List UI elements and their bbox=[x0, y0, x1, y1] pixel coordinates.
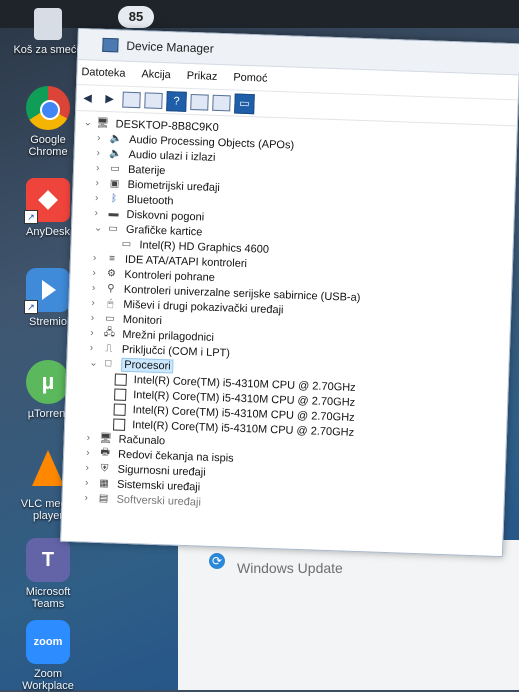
chevron-right-icon[interactable]: › bbox=[95, 178, 107, 189]
taskbar-badge[interactable]: 85 bbox=[118, 6, 154, 28]
port-icon: ⎍ bbox=[105, 343, 113, 355]
scan-icon[interactable] bbox=[190, 93, 209, 111]
menu-view[interactable]: Prikaz bbox=[187, 70, 218, 83]
processor-icon bbox=[113, 402, 126, 416]
usb-icon: ⚲ bbox=[107, 283, 115, 295]
chevron-right-icon[interactable]: › bbox=[85, 463, 97, 474]
stremio-icon: ↗ bbox=[24, 268, 70, 314]
processor-icon: □ bbox=[105, 358, 112, 370]
chevron-right-icon[interactable]: › bbox=[91, 298, 103, 309]
chevron-right-icon[interactable]: › bbox=[85, 478, 97, 489]
fingerprint-icon: ▣ bbox=[109, 178, 120, 190]
computer-icon: 🖥 bbox=[99, 432, 113, 445]
processor-icon bbox=[114, 387, 127, 401]
window-title: Device Manager bbox=[126, 38, 214, 56]
chevron-right-icon[interactable]: › bbox=[93, 253, 105, 264]
chevron-right-icon[interactable]: › bbox=[87, 433, 99, 444]
chevron-down-icon[interactable]: ⌄ bbox=[89, 358, 101, 369]
teams-icon: T bbox=[26, 538, 70, 582]
recycle-bin-icon bbox=[34, 8, 62, 40]
chevron-right-icon[interactable]: › bbox=[84, 493, 96, 504]
speaker-icon: 🔈 bbox=[109, 133, 123, 145]
chevron-down-icon[interactable]: ⌄ bbox=[84, 117, 96, 128]
chevron-right-icon[interactable]: › bbox=[97, 133, 109, 144]
background-window bbox=[178, 540, 519, 690]
desktop-icon-teams[interactable]: T Microsoft Teams bbox=[12, 538, 84, 610]
forward-icon[interactable]: ▶ bbox=[100, 89, 119, 108]
windows-update-icon: ⟳ bbox=[209, 553, 225, 569]
chevron-right-icon[interactable]: › bbox=[95, 193, 107, 204]
chevron-right-icon[interactable]: › bbox=[86, 448, 98, 459]
chevron-right-icon[interactable]: › bbox=[92, 268, 104, 279]
processor-icon bbox=[112, 417, 126, 431]
display-adapter-icon: ▭ bbox=[108, 223, 118, 235]
utorrent-icon: µ bbox=[26, 360, 70, 404]
chevron-down-icon[interactable]: ⌄ bbox=[94, 223, 106, 234]
storage-controller-icon: ⚙ bbox=[106, 268, 117, 280]
drive-icon: ▬ bbox=[108, 208, 119, 220]
monitor-icon: ▭ bbox=[104, 313, 115, 325]
view-icon[interactable] bbox=[122, 91, 141, 108]
device-tree: ⌄ 🖥 DESKTOP-8B8C9K0 › 🔈 Audio Processing O… bbox=[62, 111, 516, 520]
system-icon: ▦ bbox=[99, 478, 110, 490]
zoom-icon: zoom bbox=[26, 620, 70, 664]
software-icon: ▤ bbox=[98, 493, 109, 505]
device-manager-icon bbox=[102, 37, 119, 53]
menu-help[interactable]: Pomoć bbox=[233, 71, 268, 84]
help-icon[interactable]: ? bbox=[166, 90, 187, 112]
properties-icon[interactable] bbox=[144, 91, 163, 109]
bluetooth-icon: ᛒ bbox=[110, 193, 118, 205]
monitor-icon[interactable]: ▭ bbox=[234, 93, 255, 114]
menu-action[interactable]: Akcija bbox=[141, 68, 171, 81]
computer-icon: 🖥 bbox=[96, 117, 110, 130]
mouse-icon: 🖱 bbox=[107, 298, 114, 310]
chevron-right-icon[interactable]: › bbox=[96, 148, 108, 159]
battery-icon: ▭ bbox=[110, 163, 121, 175]
chevron-right-icon[interactable]: › bbox=[96, 163, 108, 174]
ide-icon: ≡ bbox=[108, 253, 116, 265]
processor-icon bbox=[114, 373, 127, 386]
security-icon: ⛨ bbox=[100, 463, 109, 475]
chrome-icon bbox=[26, 86, 70, 130]
printer-icon: 🖶 bbox=[100, 447, 111, 459]
chevron-right-icon[interactable]: › bbox=[91, 313, 103, 324]
back-icon[interactable]: ◀ bbox=[78, 89, 97, 108]
chevron-right-icon[interactable]: › bbox=[90, 328, 102, 339]
anydesk-icon: ↗ bbox=[24, 178, 70, 224]
device-manager-window: Device Manager Datoteka Akcija Prikaz Po… bbox=[60, 28, 519, 558]
chevron-right-icon[interactable]: › bbox=[92, 283, 104, 294]
speaker-icon: 🔈 bbox=[109, 148, 123, 160]
chevron-right-icon[interactable]: › bbox=[90, 343, 102, 354]
network-icon: 🖧 bbox=[103, 327, 116, 339]
desktop-icon-zoom[interactable]: zoom Zoom Workplace bbox=[12, 620, 84, 692]
update-driver-icon[interactable] bbox=[212, 94, 231, 111]
menu-file[interactable]: Datoteka bbox=[81, 66, 125, 80]
desktop-icon-recycle-bin[interactable]: Koš za smeće bbox=[12, 8, 84, 56]
windows-update-label[interactable]: Windows Update bbox=[237, 560, 343, 576]
display-adapter-icon: ▭ bbox=[121, 238, 132, 250]
chevron-right-icon[interactable]: › bbox=[94, 208, 106, 219]
